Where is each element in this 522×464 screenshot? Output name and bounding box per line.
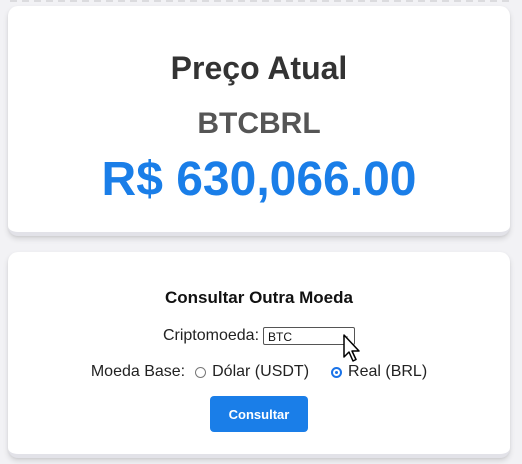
base-currency-row: Moeda Base: Dólar (USDT) Real (BRL) [8,363,510,381]
consultar-button[interactable]: Consultar [210,396,308,432]
mouse-pointer-icon [343,334,360,362]
top-edge-divider [10,0,512,2]
radio-usdt[interactable] [195,366,207,378]
query-heading: Consultar Outra Moeda [165,288,353,307]
query-card: Consultar Outra Moeda Criptomoeda: BTC ⌄… [8,252,510,458]
currency-pair: BTCBRL [197,107,321,140]
price-card-title: Preço Atual [170,50,348,86]
page: Preço Atual BTCBRL R$ 630,066.00 Consult… [0,0,522,464]
radio-brl-label: Real (BRL) [348,363,428,380]
crypto-label: Criptomoeda: [162,327,260,344]
radio-option-brl[interactable]: Real (BRL) [331,363,427,381]
crypto-row: Criptomoeda: BTC ⌄ [8,327,510,345]
crypto-select-value: BTC [268,330,293,344]
current-price-card: Preço Atual BTCBRL R$ 630,066.00 [8,6,510,236]
current-price-value: R$ 630,066.00 [101,153,417,206]
radio-brl[interactable] [331,366,343,378]
radio-option-usdt[interactable]: Dólar (USDT) [195,363,309,381]
base-currency-label: Moeda Base: [90,363,186,380]
radio-usdt-label: Dólar (USDT) [212,363,310,380]
